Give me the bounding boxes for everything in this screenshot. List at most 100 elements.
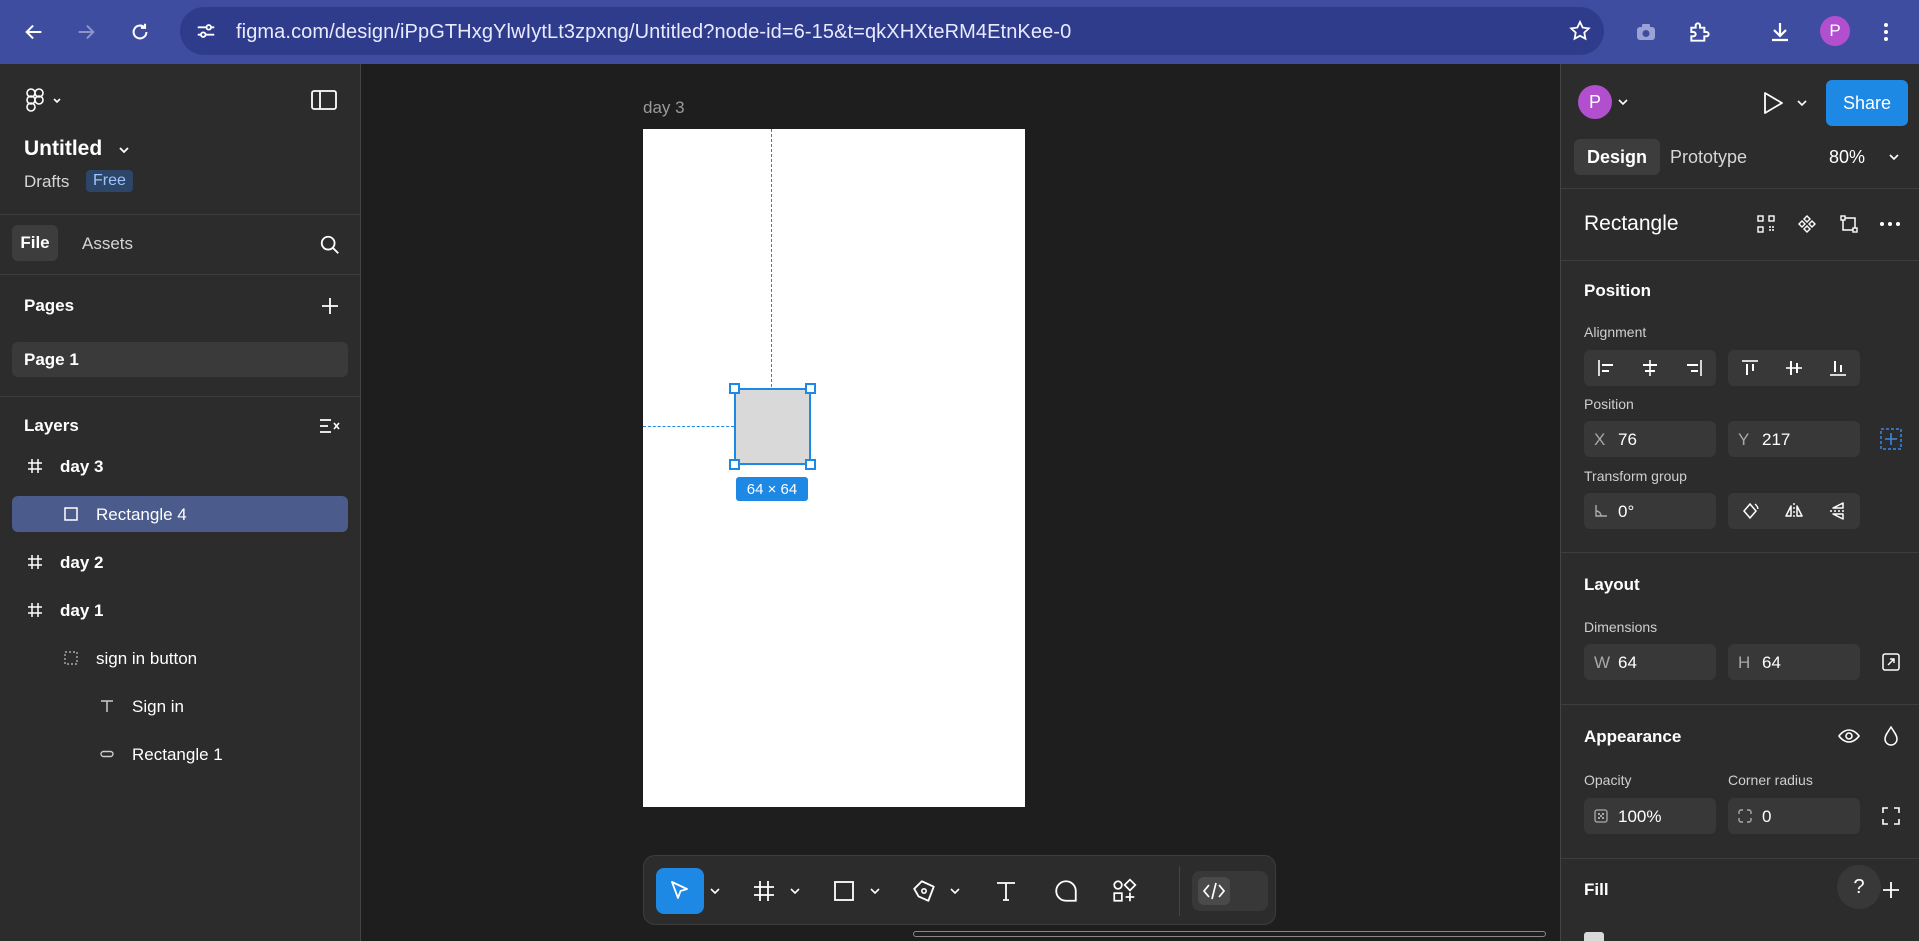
layer-row-day-1[interactable]: day 1 [12, 592, 348, 628]
grid-icon[interactable] [1754, 212, 1778, 236]
help-button[interactable]: ? [1837, 865, 1881, 909]
align-left-icon[interactable] [1584, 350, 1628, 386]
rotation-field[interactable]: 0° [1584, 493, 1716, 529]
chevron-down-icon[interactable] [1887, 150, 1901, 164]
eye-icon[interactable] [1836, 724, 1862, 748]
chevron-down-icon[interactable] [116, 142, 132, 158]
fill-color-swatch[interactable] [1584, 932, 1604, 941]
layer-row-rectangle-4[interactable]: Rectangle 4 [12, 496, 348, 532]
measure-guide-horizontal [643, 426, 734, 427]
frame-day-3[interactable] [643, 129, 1025, 807]
layers-heading: Layers [24, 416, 79, 435]
rounded-rectangle-icon [98, 745, 116, 763]
bookmark-star-icon[interactable] [1568, 19, 1592, 43]
resize-handle-bottom-left[interactable] [729, 459, 740, 470]
extensions-icon[interactable] [1682, 14, 1718, 50]
tab-file[interactable]: File [12, 225, 58, 261]
layer-label: day 3 [60, 457, 104, 476]
text-tool-button[interactable] [986, 868, 1026, 914]
layer-row-day-3[interactable]: day 3 [12, 448, 348, 484]
tab-prototype[interactable]: Prototype [1670, 147, 1747, 168]
more-vertical-icon[interactable] [1868, 14, 1904, 50]
flip-vertical-icon[interactable] [1816, 493, 1860, 529]
layer-row-day-2[interactable]: day 2 [12, 544, 348, 580]
more-horizontal-icon[interactable] [1878, 212, 1902, 236]
mask-icon[interactable] [1837, 212, 1861, 236]
actions-tool-button[interactable] [1104, 868, 1144, 914]
chevron-down-icon [870, 887, 880, 894]
align-bottom-icon[interactable] [1816, 350, 1860, 386]
height-field[interactable]: H 64 [1728, 644, 1860, 680]
add-fill-icon[interactable] [1879, 878, 1903, 902]
move-tool-button[interactable] [656, 868, 704, 914]
align-right-icon[interactable] [1672, 350, 1716, 386]
align-top-icon[interactable] [1728, 350, 1772, 386]
transform-group-label: Transform group [1584, 468, 1687, 484]
y-position-field[interactable]: Y 217 [1728, 421, 1860, 457]
reload-button[interactable] [120, 12, 160, 52]
h-value: 64 [1762, 653, 1781, 672]
component-icon[interactable] [1795, 212, 1819, 236]
right-sidebar: P Share Design Prototype 80% Rectangle P… [1560, 64, 1919, 941]
pen-tool-button[interactable] [904, 868, 944, 914]
tab-assets[interactable]: Assets [82, 234, 133, 254]
zoom-level[interactable]: 80% [1829, 147, 1865, 168]
x-position-field[interactable]: X 76 [1584, 421, 1716, 457]
align-center-horizontal-icon[interactable] [1628, 350, 1672, 386]
constraints-icon[interactable] [1879, 427, 1903, 451]
align-middle-icon[interactable] [1772, 350, 1816, 386]
present-play-icon[interactable] [1759, 89, 1787, 117]
camera-icon[interactable] [1628, 14, 1664, 50]
drop-icon[interactable] [1879, 724, 1903, 748]
figma-menu-button[interactable] [22, 88, 68, 112]
user-avatar[interactable]: P [1578, 85, 1612, 119]
frame-icon [26, 553, 44, 571]
rotate-icon[interactable] [1728, 493, 1772, 529]
corner-radius-field[interactable]: 0 [1728, 798, 1860, 834]
width-field[interactable]: W 64 [1584, 644, 1716, 680]
frame-label[interactable]: day 3 [643, 98, 685, 118]
tab-design[interactable]: Design [1574, 139, 1660, 175]
layers-options-icon[interactable] [318, 414, 342, 438]
flip-horizontal-icon[interactable] [1772, 493, 1816, 529]
resize-handle-bottom-right[interactable] [805, 459, 816, 470]
back-button[interactable] [14, 12, 54, 52]
independent-corners-icon[interactable] [1879, 804, 1903, 828]
page-item[interactable]: Page 1 [12, 342, 348, 377]
file-title[interactable]: Untitled [24, 137, 102, 161]
plan-badge[interactable]: Free [86, 170, 133, 192]
resize-handle-top-right[interactable] [805, 383, 816, 394]
resize-handle-top-left[interactable] [729, 383, 740, 394]
drafts-label[interactable]: Drafts [24, 172, 69, 192]
opacity-value: 100% [1618, 807, 1662, 826]
shape-tool-menu[interactable] [866, 868, 884, 914]
move-tool-menu[interactable] [706, 868, 724, 914]
browser-profile-avatar[interactable]: P [1820, 16, 1850, 46]
chevron-down-icon[interactable] [1616, 95, 1630, 109]
add-page-icon[interactable] [318, 294, 342, 318]
search-icon[interactable] [318, 233, 342, 257]
share-button[interactable]: Share [1826, 80, 1908, 126]
site-info-icon[interactable] [194, 19, 218, 43]
x-prefix: X [1594, 430, 1606, 449]
layer-row-sign-in[interactable]: Sign in [12, 688, 348, 724]
frame-tool-button[interactable] [744, 868, 784, 914]
forward-button[interactable] [66, 12, 106, 52]
frame-tool-menu[interactable] [786, 868, 804, 914]
opacity-icon [1592, 807, 1610, 825]
constrain-proportions-icon[interactable] [1879, 650, 1903, 674]
comment-tool-button[interactable] [1046, 868, 1086, 914]
horizontal-scrollbar[interactable] [913, 931, 1546, 937]
chevron-down-icon[interactable] [1795, 96, 1809, 110]
measure-guide-vertical [771, 129, 772, 387]
selected-rectangle[interactable] [734, 388, 811, 465]
address-bar[interactable]: figma.com/design/iPpGTHxgYlwIytLt3zpxng/… [180, 7, 1604, 55]
download-icon[interactable] [1762, 14, 1798, 50]
rectangle-tool-button[interactable] [824, 868, 864, 914]
toggle-sidebar-button[interactable] [310, 88, 338, 112]
layer-row-rectangle-1[interactable]: Rectangle 1 [12, 736, 348, 772]
pen-tool-menu[interactable] [946, 868, 964, 914]
opacity-field[interactable]: 100% [1584, 798, 1716, 834]
layer-row-sign-in-button[interactable]: sign in button [12, 640, 348, 676]
dev-mode-toggle[interactable] [1192, 871, 1268, 911]
